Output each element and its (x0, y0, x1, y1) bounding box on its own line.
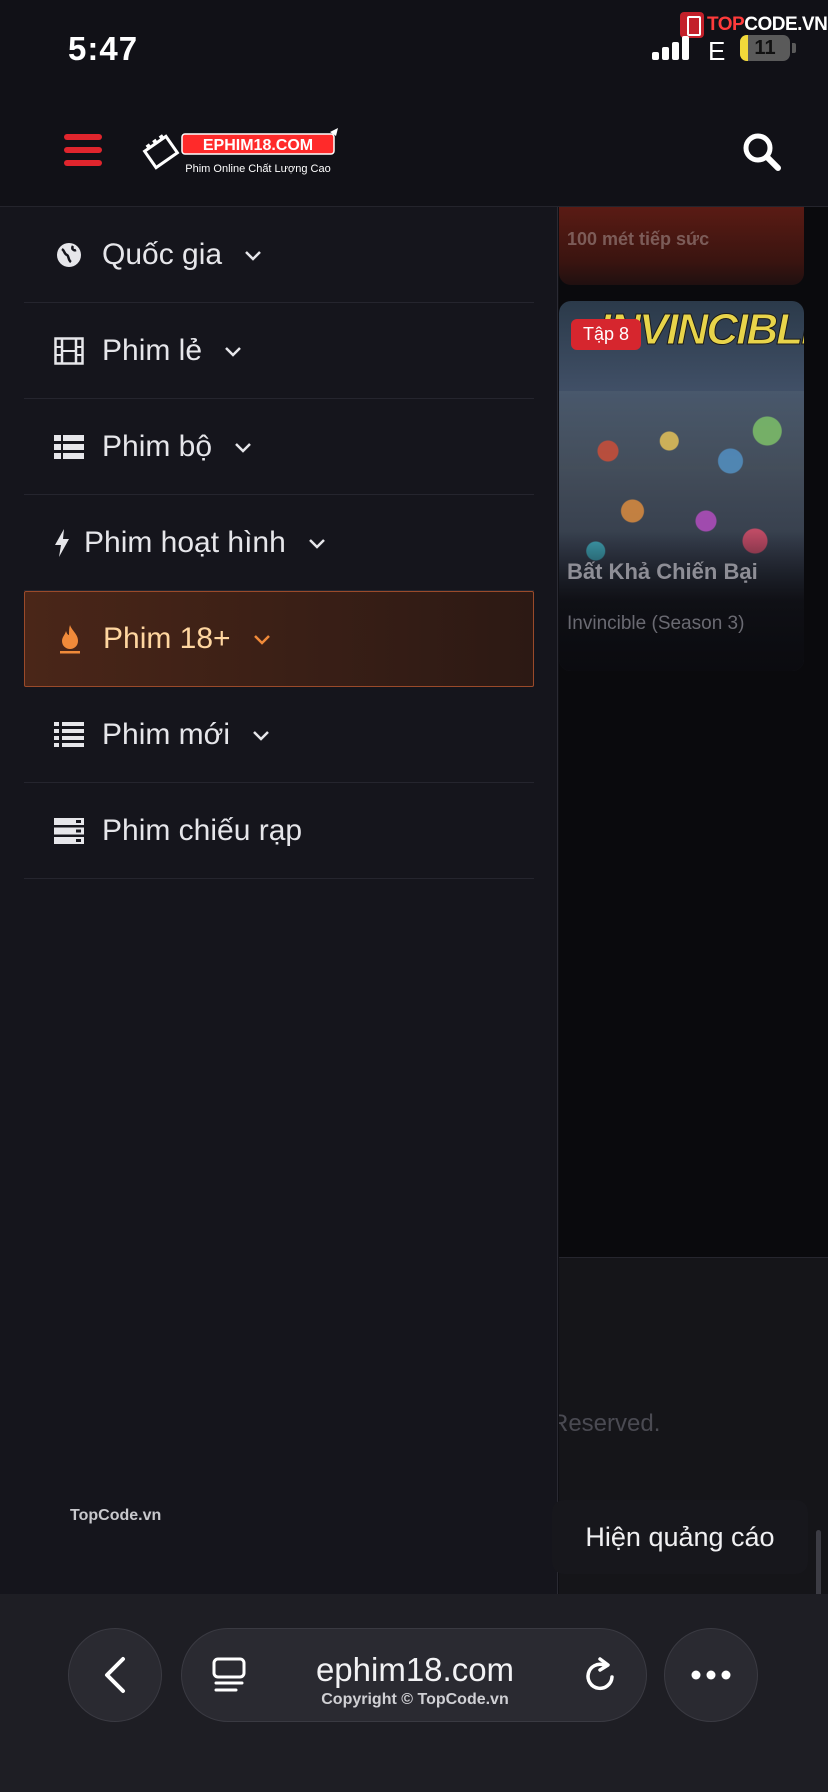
show-ads-button[interactable]: Hiện quảng cáo (552, 1500, 808, 1574)
battery-icon: 11 (740, 35, 790, 61)
fire-icon (55, 624, 85, 654)
reload-icon[interactable] (582, 1657, 618, 1695)
clock: 5:47 (68, 30, 139, 67)
site-logo[interactable]: EPHIM18.COM Phim Online Chất Lượng Cao (142, 128, 342, 180)
movie-card-top[interactable]: 100 mét tiếp sức (559, 207, 804, 285)
url-text: ephim18.com (315, 1651, 515, 1688)
drawer-footer: TopCode.vn (70, 1507, 162, 1524)
movie-card[interactable]: INVINCIBLE Tập 8 Bất Khả Chiến Bại Invin… (559, 301, 804, 671)
movie-title: Bất Khả Chiến Bại (567, 559, 758, 584)
list-lines-icon (54, 720, 84, 750)
nav-item-label: Phim mới (102, 717, 231, 751)
chevron-down-icon (234, 441, 252, 453)
background-page: 100 mét tiếp sức INVINCIBLE Tập 8 Bất Kh… (559, 207, 828, 1594)
battery-level: 11 (754, 37, 776, 59)
bolt-icon (54, 528, 70, 558)
nav-item-label: Phim bộ (102, 429, 213, 463)
network-type: E (708, 36, 726, 66)
topcode-logo-icon (680, 12, 704, 38)
nav-item-quoc-gia[interactable]: Quốc gia (24, 207, 534, 303)
chevron-down-icon (308, 537, 326, 549)
nav-item-phim-18[interactable]: Phim 18+ (24, 591, 534, 687)
globe-icon (54, 240, 84, 270)
battery-tip (792, 43, 796, 53)
nav-item-phim-bo[interactable]: Phim bộ (24, 399, 534, 495)
nav-item-label: Phim chiếu rạp (102, 813, 303, 847)
chevron-down-icon (244, 249, 262, 261)
nav-item-phim-moi[interactable]: Phim mới (24, 687, 534, 783)
nav-item-phim-hoat-hinh[interactable]: Phim hoạt hình (24, 495, 534, 591)
list-icon (54, 432, 84, 462)
server-icon (54, 816, 84, 846)
nav-item-phim-le[interactable]: Phim lẻ (24, 303, 534, 399)
nav-menu: Quốc gia Phim lẻ Phim bộ Phim hoạt hình (24, 207, 534, 879)
hamburger-icon[interactable] (64, 134, 102, 166)
chevron-down-icon (224, 345, 242, 357)
nav-drawer: Quốc gia Phim lẻ Phim bộ Phim hoạt hình (0, 207, 558, 1594)
nav-item-label: Phim 18+ (103, 622, 231, 655)
logo-tagline: Phim Online Chất Lượng Cao (185, 163, 330, 175)
chevron-down-icon (252, 729, 270, 741)
more-dots-icon (691, 1670, 731, 1680)
chevron-down-icon (253, 633, 271, 645)
rights-text: Reserved. (559, 1410, 661, 1437)
nav-item-label: Quốc gia (102, 237, 223, 271)
nav-item-phim-chieu-rap[interactable]: Phim chiếu rạp (24, 783, 534, 879)
site-header: EPHIM18.COM Phim Online Chất Lượng Cao (0, 100, 828, 207)
nav-item-label: Phim lẻ (102, 333, 203, 367)
movie-subtitle: Invincible (Season 3) (567, 613, 745, 634)
address-bar[interactable]: ephim18.com Copyright © TopCode.vn (181, 1628, 647, 1722)
copyright-overlay: Copyright © TopCode.vn (321, 1691, 509, 1708)
signal-icon (652, 36, 692, 60)
logo-title: EPHIM18.COM (203, 137, 313, 154)
back-button[interactable] (68, 1628, 162, 1722)
film-icon (54, 336, 84, 366)
nav-item-label: Phim hoạt hình (84, 525, 286, 559)
chevron-left-icon (105, 1657, 125, 1693)
status-bar: 5:47 TOPCODE.VN E 11 (0, 0, 828, 100)
more-button[interactable] (664, 1628, 758, 1722)
browser-toolbar: ephim18.com Copyright © TopCode.vn (0, 1594, 828, 1792)
episode-badge: Tập 8 (571, 319, 642, 350)
search-icon[interactable] (742, 132, 782, 172)
